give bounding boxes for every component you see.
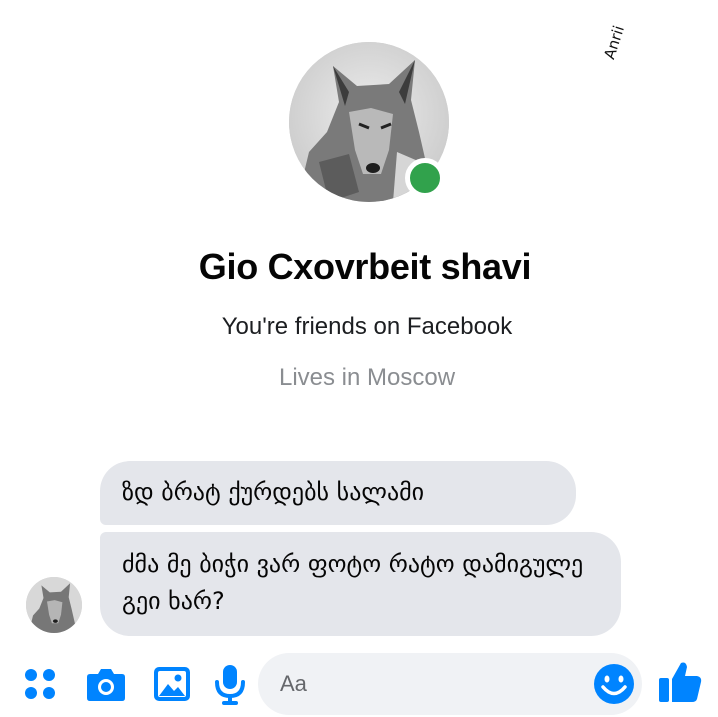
- message-bubble[interactable]: ზდ ბრატ ქურდებს სალამი: [100, 461, 576, 525]
- photo-icon[interactable]: [150, 662, 194, 706]
- location-text: Lives in Moscow: [278, 364, 456, 391]
- sender-avatar[interactable]: [26, 577, 82, 633]
- emoji-icon[interactable]: [592, 662, 636, 706]
- camera-icon[interactable]: [84, 662, 128, 706]
- watermark-text: Anrii: [600, 23, 629, 62]
- microphone-icon[interactable]: [208, 662, 252, 706]
- menu-dots-icon[interactable]: [18, 662, 62, 706]
- message-input-container[interactable]: [258, 653, 642, 715]
- wolf-thumbnail-icon: [26, 577, 82, 633]
- message-bubble[interactable]: ძმა მე ბიჭი ვარ ფოტო რატო დამიგულე გეი ხ…: [100, 532, 621, 636]
- message-input[interactable]: [280, 653, 580, 715]
- online-status-dot: [405, 158, 445, 198]
- like-icon[interactable]: [656, 658, 702, 702]
- friends-status-text: You're friends on Facebook: [221, 313, 513, 340]
- profile-avatar[interactable]: [289, 42, 449, 202]
- profile-name: Gio Cxovrbeit shavi: [198, 246, 532, 287]
